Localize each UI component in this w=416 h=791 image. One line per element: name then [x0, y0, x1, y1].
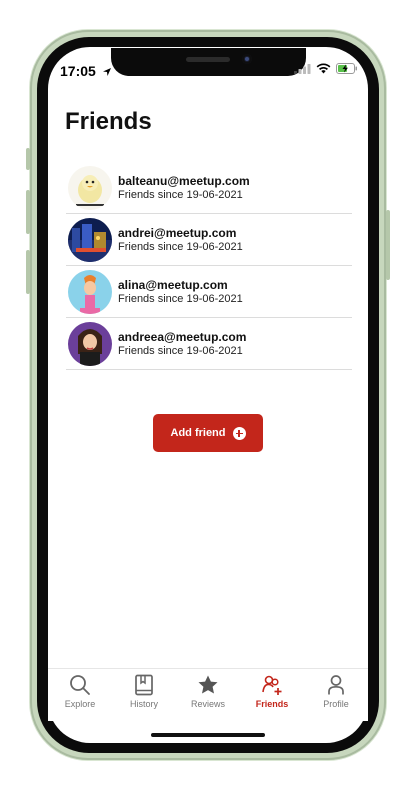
- search-icon: [70, 675, 90, 695]
- tab-label: Explore: [64, 699, 96, 709]
- location-arrow-icon: [102, 68, 111, 76]
- volume-down-button: [26, 250, 30, 294]
- tab-label: Profile: [323, 699, 349, 709]
- notch: [111, 48, 306, 76]
- cartoon-girl-avatar-icon: [68, 269, 112, 314]
- star-icon: [198, 675, 218, 694]
- tab-explore[interactable]: Explore: [49, 669, 111, 721]
- friend-avatar: [68, 321, 112, 366]
- tab-reviews[interactable]: Reviews: [177, 669, 239, 721]
- friend-email: andrei@meetup.com: [118, 225, 237, 240]
- friend-avatar: [68, 269, 112, 314]
- friend-email: balteanu@meetup.com: [118, 173, 250, 188]
- friend-row[interactable]: balteanu@meetup.com Friends since 19-06-…: [66, 162, 352, 214]
- friend-info: andrei@meetup.com Friends since 19-06-20…: [118, 226, 243, 254]
- friend-row[interactable]: andreea@meetup.com Friends since 19-06-2…: [66, 318, 352, 370]
- home-indicator[interactable]: [151, 733, 265, 737]
- friend-since: Friends since 19-06-2021: [118, 344, 243, 357]
- friend-since: Friends since 19-06-2021: [118, 292, 243, 305]
- cellular-signal-icon: [294, 64, 311, 74]
- friend-since: Friends since 19-06-2021: [118, 240, 243, 253]
- friend-since: Friends since 19-06-2021: [118, 188, 243, 201]
- add-friend-label: Add friend: [170, 427, 226, 439]
- tab-friends[interactable]: Friends: [241, 669, 303, 721]
- screen: [48, 47, 368, 743]
- tab-history[interactable]: History: [113, 669, 175, 721]
- tab-bar: Explore History Reviews Friends Profile: [48, 668, 368, 721]
- add-friend-button[interactable]: Add friend: [153, 414, 263, 452]
- tab-label: History: [129, 699, 158, 709]
- friend-email: andreea@meetup.com: [118, 329, 247, 344]
- cartoon-woman-avatar-icon: [68, 321, 112, 366]
- person-icon: [328, 675, 344, 695]
- friends-icon: [262, 675, 282, 695]
- tab-label: Reviews: [190, 699, 225, 709]
- speaker: [186, 57, 230, 62]
- friend-avatar: [68, 165, 112, 210]
- friend-row[interactable]: andrei@meetup.com Friends since 19-06-20…: [66, 214, 352, 266]
- friend-row[interactable]: alina@meetup.com Friends since 19-06-202…: [66, 266, 352, 318]
- friend-email: alina@meetup.com: [118, 277, 228, 292]
- page-title: Friends: [65, 108, 152, 135]
- friend-info: alina@meetup.com Friends since 19-06-202…: [118, 278, 243, 306]
- volume-up-button: [26, 190, 30, 234]
- friend-list: balteanu@meetup.com Friends since 19-06-…: [66, 162, 352, 370]
- power-button: [386, 210, 390, 280]
- wifi-icon: [316, 63, 331, 74]
- friend-info: andreea@meetup.com Friends since 19-06-2…: [118, 330, 246, 358]
- duck-avatar-icon: [68, 165, 112, 210]
- mute-switch: [26, 148, 30, 170]
- front-camera: [242, 54, 252, 64]
- tab-label: Friends: [255, 699, 289, 709]
- battery-charging-icon: [336, 63, 357, 74]
- friend-avatar: [68, 217, 112, 262]
- tab-profile[interactable]: Profile: [305, 669, 367, 721]
- plus-circle-icon: [232, 426, 246, 440]
- status-time: 17:05: [60, 63, 112, 79]
- status-indicators: [294, 63, 358, 74]
- city-night-avatar-icon: [68, 217, 112, 262]
- book-icon: [135, 674, 153, 696]
- friend-info: balteanu@meetup.com Friends since 19-06-…: [118, 174, 250, 202]
